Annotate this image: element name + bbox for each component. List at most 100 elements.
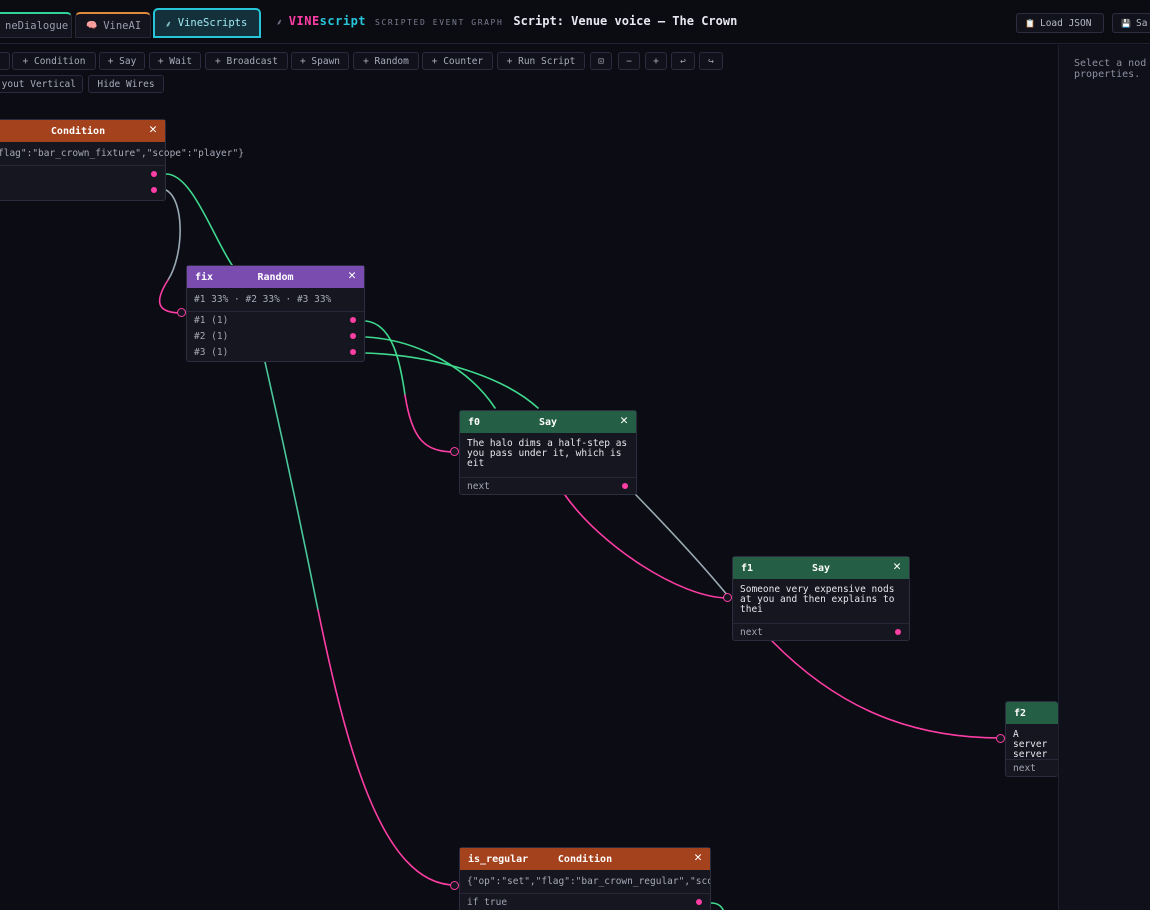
node-id: f2: [1014, 707, 1027, 719]
port-label: next: [740, 626, 763, 638]
wire: [365, 320, 406, 396]
close-icon[interactable]: ✕: [620, 414, 628, 428]
close-icon[interactable]: ✕: [893, 560, 901, 574]
port-label: next: [467, 480, 490, 492]
node-header[interactable]: f1 Say ✕: [733, 557, 909, 579]
add-broadcast-button[interactable]: + Broadcast: [205, 52, 288, 70]
button-label: + Condition: [22, 55, 86, 67]
tab-label: VineAI: [103, 19, 142, 32]
wire: [165, 173, 233, 266]
node-condition-is-regular[interactable]: is_regular Condition ✕ {"op":"set","flag…: [459, 847, 711, 910]
node-header[interactable]: fix Random ✕: [187, 266, 364, 288]
node-port-in[interactable]: [723, 593, 732, 602]
toolbar-stub-button[interactable]: [0, 52, 10, 70]
node-port-out[interactable]: if true: [460, 894, 710, 910]
node-port-in[interactable]: [450, 881, 459, 890]
tab-vinedialogue[interactable]: neDialogue: [0, 12, 72, 38]
brand-name-part2: script: [319, 14, 367, 28]
node-port-out[interactable]: next: [460, 478, 636, 494]
add-condition-button[interactable]: + Condition: [12, 52, 96, 70]
vine-icon: ⸙: [165, 19, 172, 30]
brain-icon: 🧠: [86, 20, 98, 31]
port-label: next: [1013, 762, 1036, 774]
node-summary: flag":"bar_crown_fixture","scope":"playe…: [0, 142, 244, 166]
add-random-button[interactable]: + Random: [353, 52, 419, 70]
node-header[interactable]: f0 Say ✕: [460, 411, 636, 433]
button-label: + Run Script: [506, 55, 576, 67]
close-icon[interactable]: ✕: [694, 851, 702, 865]
zoom-out-button[interactable]: −: [618, 52, 640, 70]
node-header[interactable]: Condition ✕: [0, 120, 165, 142]
wire: [771, 640, 1002, 739]
load-json-button[interactable]: 📋 Load JSON: [1016, 13, 1104, 33]
add-wait-button[interactable]: + Wait: [149, 52, 201, 70]
node-say-f2[interactable]: f2 A server server r next: [1005, 701, 1058, 777]
add-counter-button[interactable]: + Counter: [422, 52, 493, 70]
load-json-label: Load JSON: [1039, 17, 1092, 29]
add-spawn-button[interactable]: + Spawn: [291, 52, 349, 70]
add-run-script-button[interactable]: + Run Script: [497, 52, 585, 70]
tab-label: VineScripts: [177, 17, 248, 29]
node-header[interactable]: is_regular Condition ✕: [460, 848, 710, 870]
tab-label: neDialogue: [5, 19, 69, 32]
close-icon[interactable]: ✕: [149, 123, 157, 137]
node-port-in[interactable]: [996, 734, 1005, 743]
node-random-fix[interactable]: fix Random ✕ #1 33% · #2 33% · #3 33% #1…: [186, 265, 365, 362]
node-type: Random: [257, 271, 294, 283]
node-port-out[interactable]: #3 (1): [187, 344, 364, 360]
node-summary: {"op":"set","flag":"bar_crown_regular","…: [460, 870, 710, 894]
wire: [365, 352, 539, 409]
fit-icon: ⊡: [598, 55, 604, 67]
port-dot[interactable]: [151, 171, 157, 177]
node-type: Condition: [50, 125, 106, 137]
script-title: Script: Venue voice — The Crown: [513, 14, 738, 28]
close-icon[interactable]: ✕: [348, 269, 356, 283]
save-button[interactable]: 💾 Sa: [1112, 13, 1150, 33]
node-condition-top[interactable]: Condition ✕ flag":"bar_crown_fixture","s…: [0, 119, 244, 201]
node-port-in[interactable]: [177, 308, 186, 317]
vine-icon: ⸙: [276, 18, 283, 28]
redo-button[interactable]: ↪: [699, 52, 723, 70]
node-port-out[interactable]: #2 (1): [187, 328, 364, 344]
node-type: Condition: [557, 853, 613, 865]
tab-vinescripts[interactable]: ⸙ VineScripts: [153, 8, 261, 38]
button-label: Hide Wires: [97, 78, 155, 90]
button-label: + Say: [107, 55, 137, 67]
wire: [564, 494, 729, 599]
port-dot[interactable]: [622, 483, 628, 489]
fit-view-button[interactable]: ⊡: [590, 52, 612, 70]
node-port-out[interactable]: #1 (1): [187, 312, 364, 328]
wire: [264, 361, 319, 611]
port-dot[interactable]: [151, 187, 157, 193]
undo-button[interactable]: ↩: [671, 52, 695, 70]
node-port-out[interactable]: next: [1006, 760, 1058, 776]
minus-icon: −: [626, 55, 632, 67]
button-label: + Broadcast: [215, 55, 278, 67]
port-label: #3 (1): [194, 346, 229, 358]
node-say-f1[interactable]: f1 Say ✕ Someone very expensive nods at …: [732, 556, 910, 641]
port-dot[interactable]: [350, 317, 356, 323]
node-header[interactable]: f2: [1006, 702, 1058, 724]
floppy-icon: 💾: [1121, 18, 1131, 28]
layout-vertical-button[interactable]: yout Vertical: [0, 75, 83, 93]
tab-vineai[interactable]: 🧠 VineAI: [75, 12, 151, 38]
port-label: #2 (1): [194, 330, 229, 342]
button-label: yout Vertical: [1, 78, 76, 90]
port-dot[interactable]: [350, 349, 356, 355]
port-dot[interactable]: [895, 629, 901, 635]
node-port-in[interactable]: [450, 447, 459, 456]
zoom-in-button[interactable]: +: [645, 52, 667, 70]
port-dot[interactable]: [350, 333, 356, 339]
wire: [635, 494, 729, 597]
port-dot[interactable]: [696, 899, 702, 905]
button-label: + Random: [363, 55, 409, 67]
node-port-out[interactable]: next: [733, 624, 909, 640]
wire: [317, 609, 456, 886]
add-say-button[interactable]: + Say: [99, 52, 145, 70]
hide-wires-button[interactable]: Hide Wires: [88, 75, 164, 93]
node-port-out[interactable]: [0, 182, 165, 198]
node-say-f0[interactable]: f0 Say ✕ The halo dims a half-step as yo…: [459, 410, 637, 495]
redo-icon: ↪: [708, 55, 714, 67]
node-port-out[interactable]: [0, 166, 165, 182]
clipboard-icon: 📋: [1025, 18, 1035, 28]
